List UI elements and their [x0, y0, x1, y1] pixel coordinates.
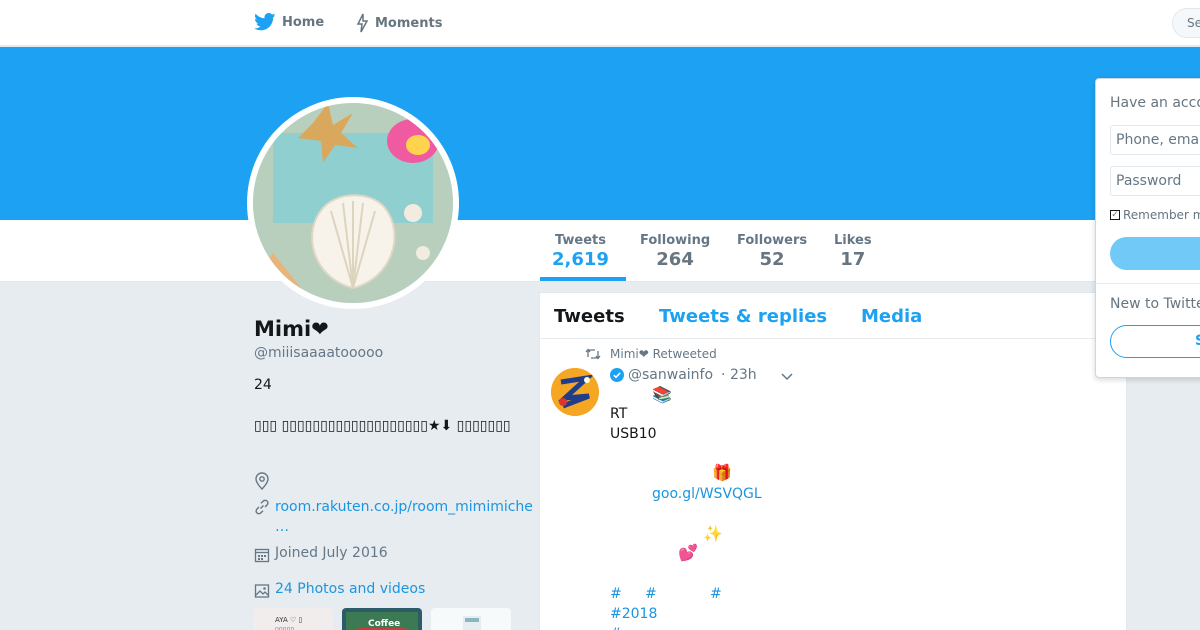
hashtag-link[interactable]: #: [645, 586, 657, 602]
media-thumbnail[interactable]: AYA ♡ ▯ ▯▯▯▯▯: [253, 608, 333, 630]
divider: [1096, 283, 1200, 284]
media-thumbnail[interactable]: [431, 608, 511, 630]
tweet-timestamp[interactable]: · 23h: [721, 367, 757, 383]
hashtag-link[interactable]: #: [710, 586, 722, 602]
stat-value: 17: [840, 249, 866, 270]
tweet-text-line: USB10: [610, 426, 657, 442]
tweet-header: @sanwainfo · 23h: [610, 367, 757, 383]
photos-videos-label: 24 Photos and videos: [275, 581, 426, 597]
login-dropdown: Have an account? Phone, email or usernam…: [1095, 78, 1200, 378]
hashtag-link[interactable]: #2018: [610, 606, 657, 622]
url-row: room.rakuten.co.jp/room_mimimiche …: [254, 497, 533, 537]
tweet-author-handle[interactable]: @sanwainfo: [628, 367, 713, 383]
profile-handle[interactable]: @miiisaaaatooooo: [254, 345, 383, 361]
svg-text:AYA ♡ ▯: AYA ♡ ▯: [275, 616, 302, 624]
stat-value: 52: [759, 249, 785, 270]
stat-value: 2,619: [552, 249, 609, 270]
hashtag-link[interactable]: #: [610, 586, 622, 602]
gift-emoji-icon: 🎁: [712, 463, 732, 482]
svg-text:Coffee: Coffee: [368, 619, 400, 629]
tab-media[interactable]: Media: [861, 306, 922, 327]
lightning-icon: [356, 13, 369, 33]
profile-url[interactable]: room.rakuten.co.jp/room_mimimiche …: [275, 497, 533, 537]
password-field[interactable]: Password: [1110, 166, 1200, 196]
hashtag-link[interactable]: #: [610, 626, 622, 630]
login-button[interactable]: [1110, 237, 1200, 270]
sparkles-emoji-icon: ✨: [703, 524, 723, 543]
profile-stats-bar: Tweets 2,619 Following 264 Followers 52 …: [0, 220, 1200, 282]
profile-url-line2: …: [275, 519, 289, 535]
link-icon: [255, 499, 269, 515]
nav-moments-label: Moments: [375, 15, 443, 31]
stat-likes[interactable]: Likes 17: [834, 233, 872, 270]
verified-badge-icon: [610, 368, 624, 382]
stat-label: Following: [640, 233, 711, 248]
retweet-icon: [585, 348, 601, 360]
tweet-text-line: RT: [610, 406, 628, 422]
remember-me[interactable]: ✓ Remember me: [1110, 208, 1200, 222]
joined-row: Joined July 2016: [254, 545, 388, 563]
calendar-icon: [254, 548, 270, 563]
tweet-avatar[interactable]: [551, 368, 599, 416]
stat-label: Likes: [834, 233, 872, 248]
location-pin-icon: [255, 472, 269, 490]
username-field[interactable]: Phone, email or username: [1110, 125, 1200, 155]
stat-tweets[interactable]: Tweets 2,619: [552, 233, 609, 270]
timeline: Tweets Tweets & replies Media Mimi❤︎ Ret…: [539, 292, 1127, 630]
remember-checkbox[interactable]: ✓: [1110, 210, 1120, 220]
tab-tweets[interactable]: Tweets: [554, 306, 625, 327]
stat-followers[interactable]: Followers 52: [737, 233, 807, 270]
avatar[interactable]: [247, 97, 459, 309]
stat-value: 264: [656, 249, 694, 270]
twitter-bird-icon: [254, 13, 276, 31]
tweet-link[interactable]: goo.gl/WSVQGL: [652, 486, 762, 502]
photos-videos-link[interactable]: 24 Photos and videos: [254, 581, 425, 599]
new-to-twitter-text: New to Twitter?: [1110, 296, 1200, 312]
location-row: [254, 470, 275, 490]
retweet-context: Mimi❤︎ Retweeted: [585, 347, 717, 361]
media-thumbnail[interactable]: Coffee: [342, 608, 422, 630]
books-emoji-icon: 📚: [652, 385, 672, 404]
avatar-image: [253, 103, 453, 303]
tweet-menu-caret[interactable]: [780, 368, 794, 387]
tab-tweets-replies[interactable]: Tweets & replies: [659, 306, 827, 327]
stat-label: Tweets: [554, 233, 606, 248]
login-title: Have an account?: [1110, 95, 1200, 111]
stat-following[interactable]: Following 264: [640, 233, 710, 270]
remember-label: Remember me: [1123, 208, 1200, 222]
signup-button[interactable]: S: [1110, 325, 1200, 358]
profile-banner: [0, 47, 1200, 220]
image-icon: [254, 584, 270, 598]
profile-bio: ▯▯▯ ▯▯▯▯▯▯▯▯▯▯▯▯▯▯▯▯▯▯▯★⬇ ▯▯▯▯▯▯▯: [254, 418, 511, 434]
chevron-down-icon: [781, 373, 793, 381]
nav-home-label: Home: [282, 14, 325, 30]
timeline-tabs: Tweets Tweets & replies Media: [540, 293, 1126, 339]
profile-url-line1: room.rakuten.co.jp/room_mimimiche: [275, 499, 533, 515]
profile-age: 24: [254, 377, 272, 393]
active-stat-underline: [540, 277, 626, 281]
profile-name[interactable]: Mimi❤︎: [254, 317, 329, 341]
nav-home[interactable]: Home: [254, 13, 324, 31]
hearts-emoji-icon: 💕: [678, 543, 698, 562]
stat-label: Followers: [737, 233, 808, 248]
joined-date: Joined July 2016: [275, 545, 388, 561]
nav-moments[interactable]: Moments: [355, 13, 442, 33]
top-nav-bar: Home Moments Se: [0, 0, 1200, 46]
retweet-label[interactable]: Mimi❤︎ Retweeted: [610, 347, 717, 361]
search-input[interactable]: Se: [1172, 8, 1200, 38]
svg-text:▯▯▯▯▯: ▯▯▯▯▯: [275, 626, 294, 630]
